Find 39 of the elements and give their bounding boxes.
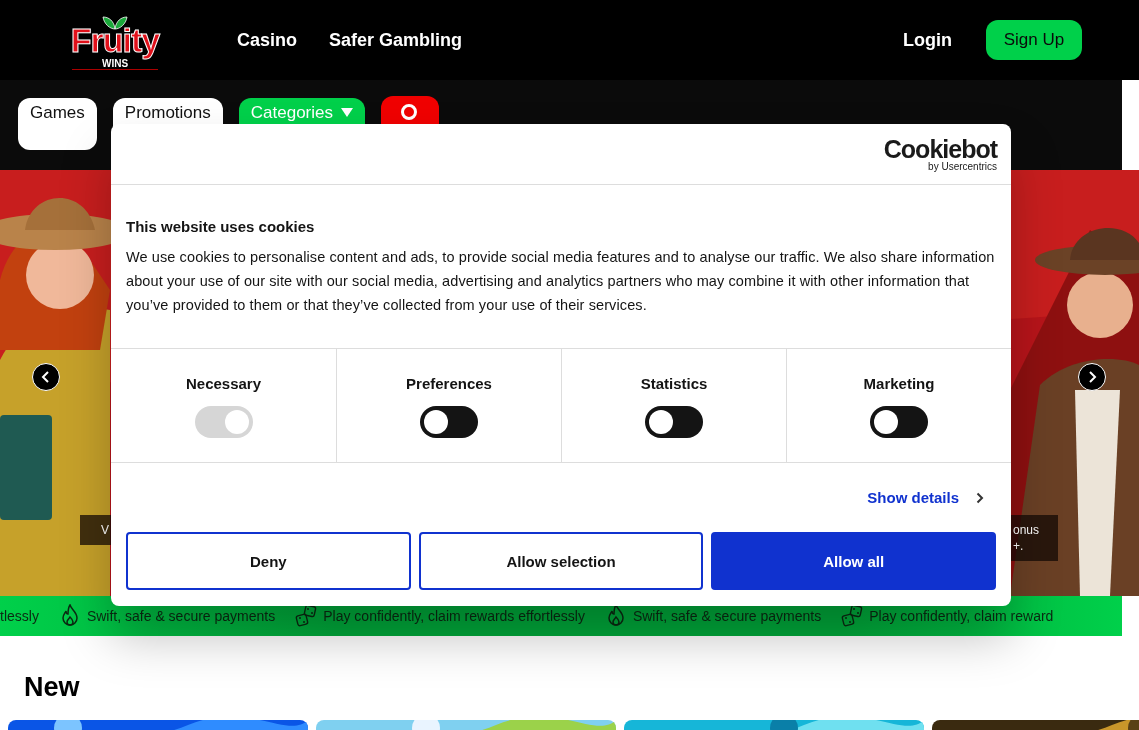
ticker-text: Swift, safe & secure payments	[632, 608, 822, 624]
caret-icon	[341, 108, 353, 117]
search-icon	[400, 103, 420, 123]
login-link[interactable]: Login	[903, 29, 952, 51]
sign-up-button[interactable]: Sign Up	[986, 20, 1082, 60]
toggle-switch[interactable]	[420, 406, 478, 438]
menu-tab[interactable]: Games	[18, 98, 97, 150]
ticker-text: Play confidently, claim reward	[869, 608, 1054, 624]
chevron-right-icon	[1086, 371, 1098, 383]
dice-icon	[841, 604, 864, 628]
logo-wordmark: Fruity	[70, 22, 160, 58]
ticker-text: Play confidently, claim rewards effortlessly	[323, 608, 585, 624]
category-label: Statistics	[640, 375, 708, 392]
consent-button[interactable]: Allow selection	[418, 532, 704, 590]
chevron-left-icon	[40, 371, 52, 383]
category-label: Necessary	[185, 375, 262, 392]
dialog-title: This website uses cookies	[126, 218, 316, 235]
caption-text: +.	[1013, 539, 1025, 553]
ticker-text: tlessly	[0, 608, 39, 624]
caption-text: onus	[1013, 523, 1041, 537]
section-heading: New	[24, 672, 81, 702]
caption-text: V	[101, 523, 109, 537]
chevron-right-icon	[976, 491, 984, 504]
category-label: Preferences	[406, 375, 492, 392]
leaf-icon	[102, 14, 128, 30]
nav-link[interactable]: Casino	[237, 29, 297, 51]
toggle-switch[interactable]	[645, 406, 703, 438]
ticker-text: Swift, safe & secure payments	[86, 608, 276, 624]
consent-button[interactable]: Deny	[126, 532, 411, 590]
dice-icon	[295, 604, 318, 628]
dialog-text: We use cookies to personalise content and ads, to provide social media features and to analyse our traffic. We also share information about your use of our site with our social media, advertising and analytics partners who may combine it with other information that you’ve provided to them or that they’ve collected from your use of their services.	[126, 248, 996, 315]
brand-subtitle: by Usercentrics	[928, 160, 997, 172]
allow-all-button[interactable]: Allow all	[711, 532, 996, 590]
show-details-link[interactable]: Show details	[867, 488, 984, 507]
logo-tagline: WINS	[71, 58, 159, 70]
nav-link[interactable]: Safer Gambling	[329, 29, 463, 51]
brand-logo: Cookiebot	[883, 136, 997, 161]
toggle-switch[interactable]	[870, 406, 928, 438]
category-label: Marketing	[863, 375, 935, 392]
